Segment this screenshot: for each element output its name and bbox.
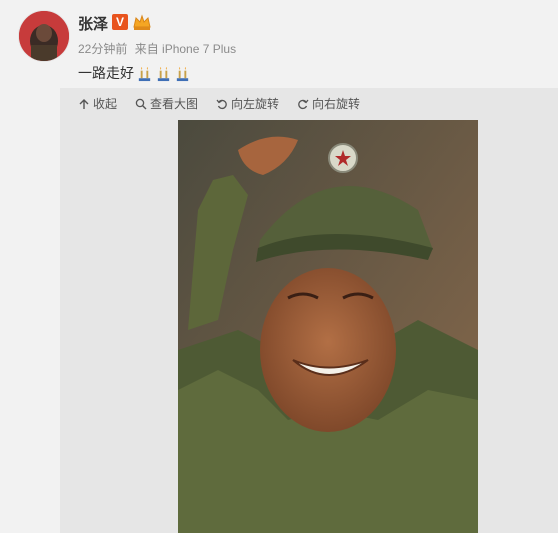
image-toolbar: 收起 查看大图 向左旋转 向右旋转 xyxy=(78,95,360,112)
post-text: 一路走好 xyxy=(78,63,191,83)
post-photo[interactable] xyxy=(178,120,478,533)
view-large-label: 查看大图 xyxy=(150,97,199,111)
post-source: 来自 iPhone 7 Plus xyxy=(134,42,237,56)
rotate-left-button[interactable]: 向左旋转 xyxy=(216,95,279,112)
vip-crown-icon xyxy=(132,13,152,31)
candle-icon xyxy=(176,66,189,81)
post-text-content: 一路走好 xyxy=(78,65,134,81)
post-meta: 22分钟前 来自 iPhone 7 Plus xyxy=(78,40,240,57)
arrow-up-icon xyxy=(79,98,89,109)
avatar[interactable] xyxy=(18,10,70,62)
view-large-button[interactable]: 查看大图 xyxy=(135,95,198,112)
rotate-right-icon xyxy=(298,99,309,109)
rotate-left-label: 向左旋转 xyxy=(231,97,280,111)
rotate-left-icon xyxy=(216,99,227,109)
weibo-post: 张泽 V 22分钟前 来自 iPhone 7 Plus 一路走好 收起 查看大图… xyxy=(0,0,558,533)
collapse-button[interactable]: 收起 xyxy=(78,95,117,112)
magnifier-icon xyxy=(135,98,147,109)
candle-icon xyxy=(157,66,170,81)
rotate-right-button[interactable]: 向右旋转 xyxy=(297,95,360,112)
candle-icon xyxy=(138,66,151,81)
verified-badge-icon: V xyxy=(112,14,128,30)
rotate-right-label: 向右旋转 xyxy=(312,97,361,111)
username[interactable]: 张泽 xyxy=(78,13,108,34)
post-time[interactable]: 22分钟前 xyxy=(78,42,127,56)
collapse-label: 收起 xyxy=(93,97,118,111)
